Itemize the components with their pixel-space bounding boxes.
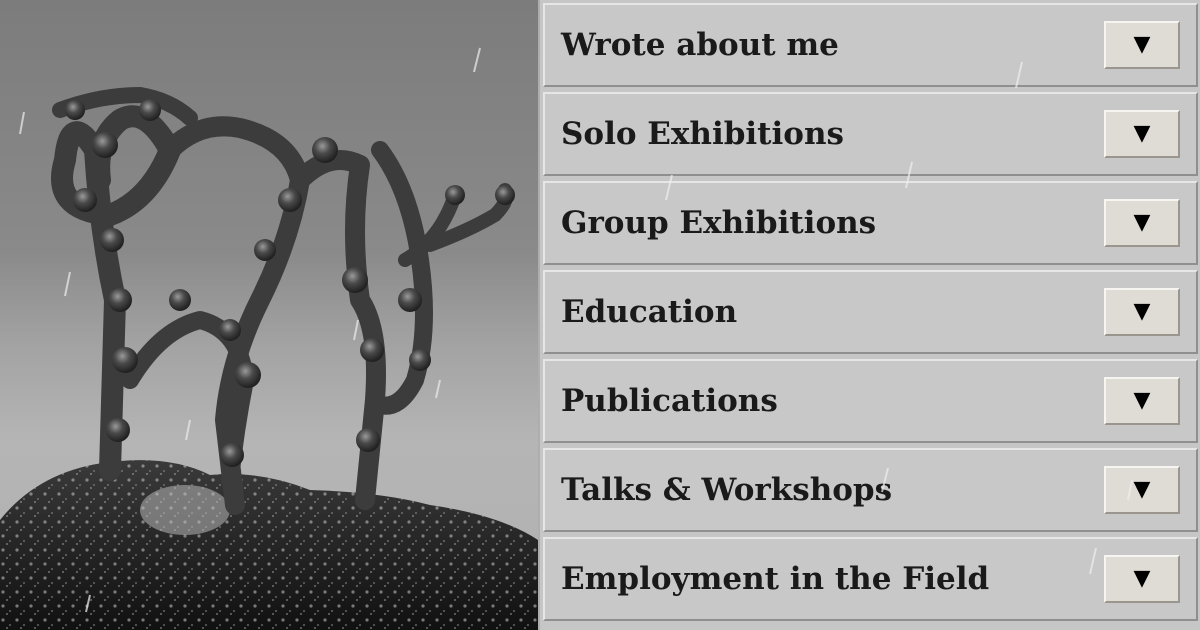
triangle-down-icon: ▼ [1133, 566, 1151, 591]
accordion-menu: Wrote about me ▼ Solo Exhibitions ▼ Grou… [538, 0, 1200, 630]
menu-item-label: Talks & Workshops [561, 472, 893, 508]
triangle-down-icon: ▼ [1133, 477, 1151, 502]
page: Wrote about me ▼ Solo Exhibitions ▼ Grou… [0, 0, 1200, 630]
triangle-down-icon: ▼ [1133, 388, 1151, 413]
artwork-photo [0, 0, 538, 630]
expand-toggle-button[interactable]: ▼ [1104, 466, 1180, 514]
triangle-down-icon: ▼ [1133, 121, 1151, 146]
expand-toggle-button[interactable]: ▼ [1104, 288, 1180, 336]
triangle-down-icon: ▼ [1133, 299, 1151, 324]
menu-item-education[interactable]: Education ▼ [543, 270, 1198, 354]
triangle-down-icon: ▼ [1133, 32, 1151, 57]
menu-item-employment[interactable]: Employment in the Field ▼ [543, 537, 1198, 621]
triangle-down-icon: ▼ [1133, 210, 1151, 235]
menu-item-label: Solo Exhibitions [561, 116, 844, 152]
menu-item-label: Group Exhibitions [561, 205, 877, 241]
menu-item-label: Wrote about me [561, 27, 839, 63]
menu-item-label: Publications [561, 383, 778, 419]
expand-toggle-button[interactable]: ▼ [1104, 110, 1180, 158]
menu-item-solo-exhibitions[interactable]: Solo Exhibitions ▼ [543, 92, 1198, 176]
expand-toggle-button[interactable]: ▼ [1104, 199, 1180, 247]
expand-toggle-button[interactable]: ▼ [1104, 555, 1180, 603]
menu-item-label: Employment in the Field [561, 561, 990, 597]
sculpture-image [0, 47, 538, 630]
menu-item-wrote-about-me[interactable]: Wrote about me ▼ [543, 3, 1198, 87]
menu-item-label: Education [561, 294, 738, 330]
menu-item-publications[interactable]: Publications ▼ [543, 359, 1198, 443]
menu-item-group-exhibitions[interactable]: Group Exhibitions ▼ [543, 181, 1198, 265]
menu-item-talks-workshops[interactable]: Talks & Workshops ▼ [543, 448, 1198, 532]
expand-toggle-button[interactable]: ▼ [1104, 377, 1180, 425]
expand-toggle-button[interactable]: ▼ [1104, 21, 1180, 69]
